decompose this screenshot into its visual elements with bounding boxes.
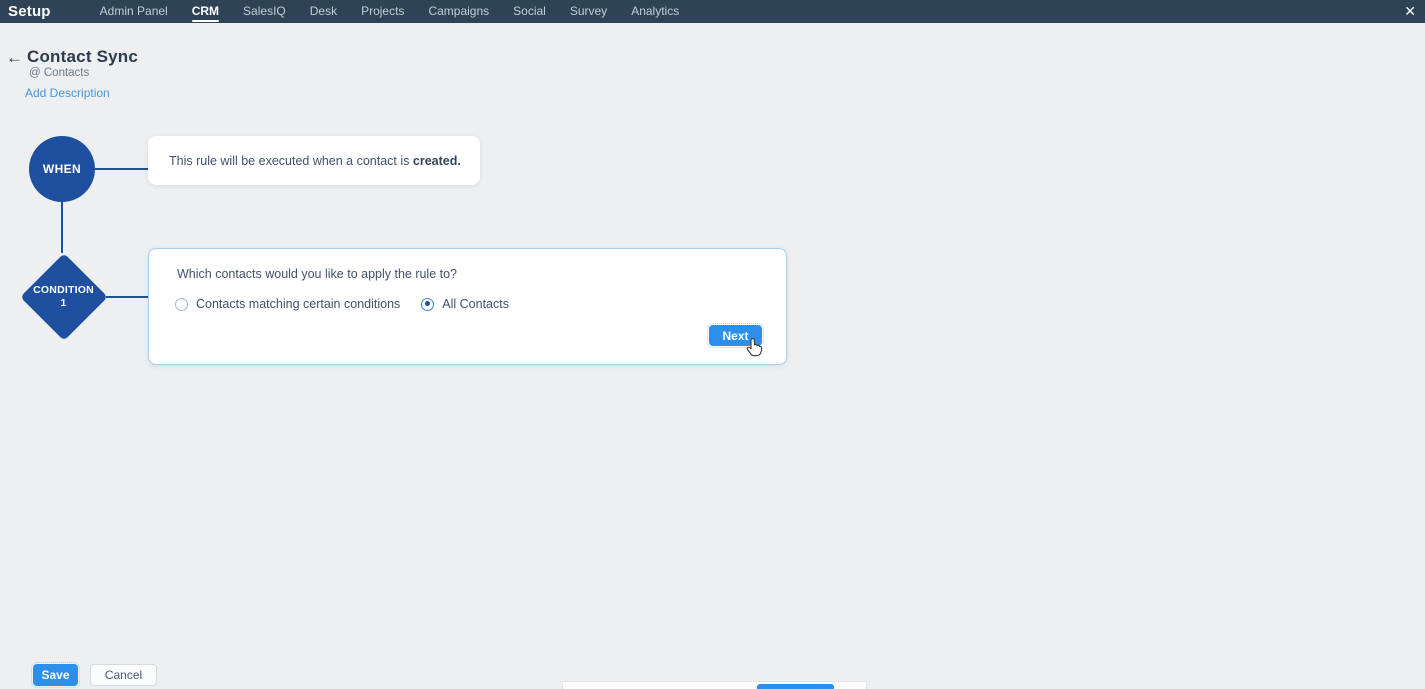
add-description-link[interactable]: Add Description [25, 86, 110, 100]
radio-option-1-label: All Contacts [442, 297, 509, 311]
nav-items: Admin Panel CRM SalesIQ Desk Projects Ca… [100, 0, 680, 23]
hand-cursor-icon [744, 337, 764, 359]
nav-item-admin-panel[interactable]: Admin Panel [100, 0, 168, 23]
nav-item-salesiq[interactable]: SalesIQ [243, 0, 286, 23]
condition-question: Which contacts would you like to apply t… [177, 267, 457, 281]
nav-item-survey[interactable]: Survey [570, 0, 607, 23]
nav-item-crm[interactable]: CRM [192, 0, 219, 23]
close-icon[interactable]: ✕ [1404, 0, 1416, 23]
when-node: WHEN [29, 136, 95, 202]
nav-item-analytics[interactable]: Analytics [631, 0, 679, 23]
radio-option-0-label: Contacts matching certain conditions [196, 297, 400, 311]
connector-condition-to-card [106, 296, 148, 298]
connector-when-to-condition [61, 201, 63, 253]
radio-selected-icon[interactable] [421, 298, 434, 311]
when-rule-text: This rule will be executed when a contac… [169, 154, 461, 168]
setup-brand: Setup [8, 3, 51, 20]
nav-item-projects[interactable]: Projects [361, 0, 404, 23]
cancel-button[interactable]: Cancel [90, 664, 157, 686]
bottom-partial-dialog [562, 681, 867, 689]
when-rule-trigger: created. [413, 154, 461, 168]
connector-when-to-card [95, 168, 148, 170]
when-rule-card[interactable]: This rule will be executed when a contac… [148, 136, 480, 185]
condition-card: Which contacts would you like to apply t… [148, 248, 787, 365]
top-navbar: Setup Admin Panel CRM SalesIQ Desk Proje… [0, 0, 1425, 23]
nav-item-social[interactable]: Social [513, 0, 546, 23]
condition-options: Contacts matching certain conditions All… [175, 297, 509, 311]
nav-item-desk[interactable]: Desk [310, 0, 337, 23]
back-arrow-icon[interactable]: ← [6, 48, 23, 68]
condition-node-label: CONDITION 1 [20, 253, 107, 341]
radio-unselected-icon[interactable] [175, 298, 188, 311]
nav-item-campaigns[interactable]: Campaigns [428, 0, 489, 23]
when-node-label: WHEN [43, 162, 81, 176]
condition-node: CONDITION 1 [20, 253, 107, 341]
bottom-dialog-button[interactable] [757, 684, 834, 689]
page-title: Contact Sync [27, 47, 138, 67]
module-subtitle: @ Contacts [29, 67, 89, 79]
save-button[interactable]: Save [33, 664, 78, 686]
radio-option-1[interactable]: All Contacts [421, 297, 509, 311]
radio-option-0[interactable]: Contacts matching certain conditions [175, 297, 400, 311]
